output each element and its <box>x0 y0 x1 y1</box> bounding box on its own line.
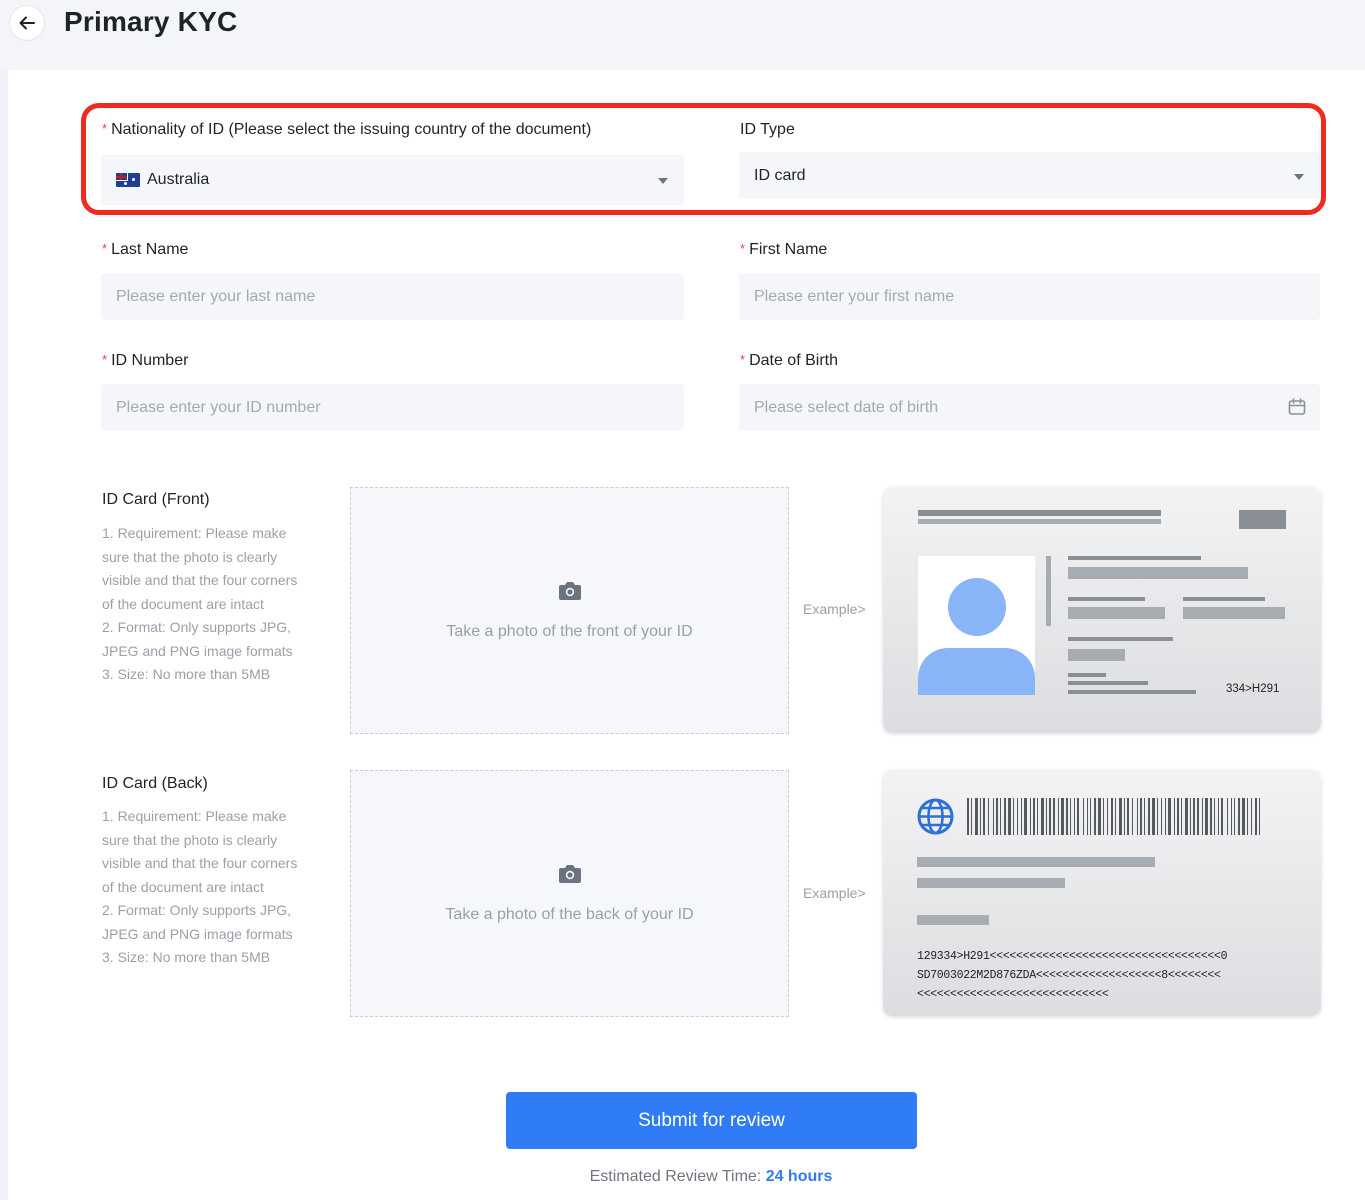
camera-icon <box>558 581 581 600</box>
back-id-example-image: 129334>H291<<<<<<<<<<<<<<<<<<<<<<<<<<<<<… <box>883 770 1321 1016</box>
last-name-label: * Last Name <box>102 241 189 258</box>
front-dropzone-text: Take a photo of the front of your ID <box>446 622 693 640</box>
dob-label: * Date of Birth <box>740 352 838 369</box>
barcode-graphic <box>967 798 1261 835</box>
dob-picker[interactable]: Please select date of birth <box>739 384 1320 431</box>
back-upload-requirements: 1. Requirement: Please make sure that th… <box>102 808 298 965</box>
front-id-example-image: 334>H291 <box>883 487 1321 733</box>
submit-for-review-button[interactable]: Submit for review <box>506 1092 917 1149</box>
arrow-left-icon <box>19 16 35 30</box>
front-upload-title: ID Card (Front) <box>102 491 210 508</box>
sample-id-code: 334>H291 <box>1226 683 1280 695</box>
front-photo-dropzone[interactable]: Take a photo of the front of your ID <box>350 487 789 734</box>
first-name-label: * First Name <box>740 241 828 258</box>
id-type-select[interactable]: ID card <box>739 152 1320 199</box>
nationality-label: * Nationality of ID (Please select the is… <box>102 121 592 138</box>
review-time-value: 24 hours <box>765 1168 833 1185</box>
portrait-placeholder-icon <box>918 556 1035 695</box>
australia-flag-icon <box>116 173 140 187</box>
back-example-link[interactable]: Example> <box>803 885 866 901</box>
back-photo-dropzone[interactable]: Take a photo of the back of your ID <box>350 770 789 1017</box>
page-title: Primary KYC <box>64 6 238 37</box>
first-name-input[interactable]: Please enter your first name <box>739 273 1320 320</box>
last-name-input[interactable]: Please enter your last name <box>101 273 684 320</box>
id-type-label: ID Type <box>740 121 795 138</box>
id-type-value: ID card <box>754 166 806 184</box>
back-upload-title: ID Card (Back) <box>102 775 208 792</box>
nationality-value: Australia <box>147 171 210 188</box>
top-bar: Primary KYC <box>0 0 1365 70</box>
calendar-icon <box>1288 398 1306 415</box>
id-number-input[interactable]: Please enter your ID number <box>101 384 684 431</box>
mrz-line-1: 129334>H291<<<<<<<<<<<<<<<<<<<<<<<<<<<<<… <box>917 950 1228 963</box>
front-example-link[interactable]: Example> <box>803 601 866 617</box>
back-dropzone-text: Take a photo of the back of your ID <box>445 905 694 923</box>
id-number-label: * ID Number <box>102 352 189 369</box>
mrz-line-3: <<<<<<<<<<<<<<<<<<<<<<<<<<<<< <box>917 988 1109 1001</box>
estimated-review-time: Estimated Review Time: 24 hours <box>589 1168 833 1185</box>
back-button[interactable] <box>9 5 45 41</box>
nationality-select[interactable]: Australia <box>101 155 684 205</box>
caret-down-icon <box>1294 173 1304 180</box>
front-upload-requirements: 1. Requirement: Please make sure that th… <box>102 525 298 682</box>
globe-icon <box>917 798 954 835</box>
mrz-line-2: SD7003022M2D876ZDA<<<<<<<<<<<<<<<<<<<8<<… <box>917 969 1221 982</box>
caret-down-icon <box>658 178 668 184</box>
camera-icon <box>558 864 581 883</box>
